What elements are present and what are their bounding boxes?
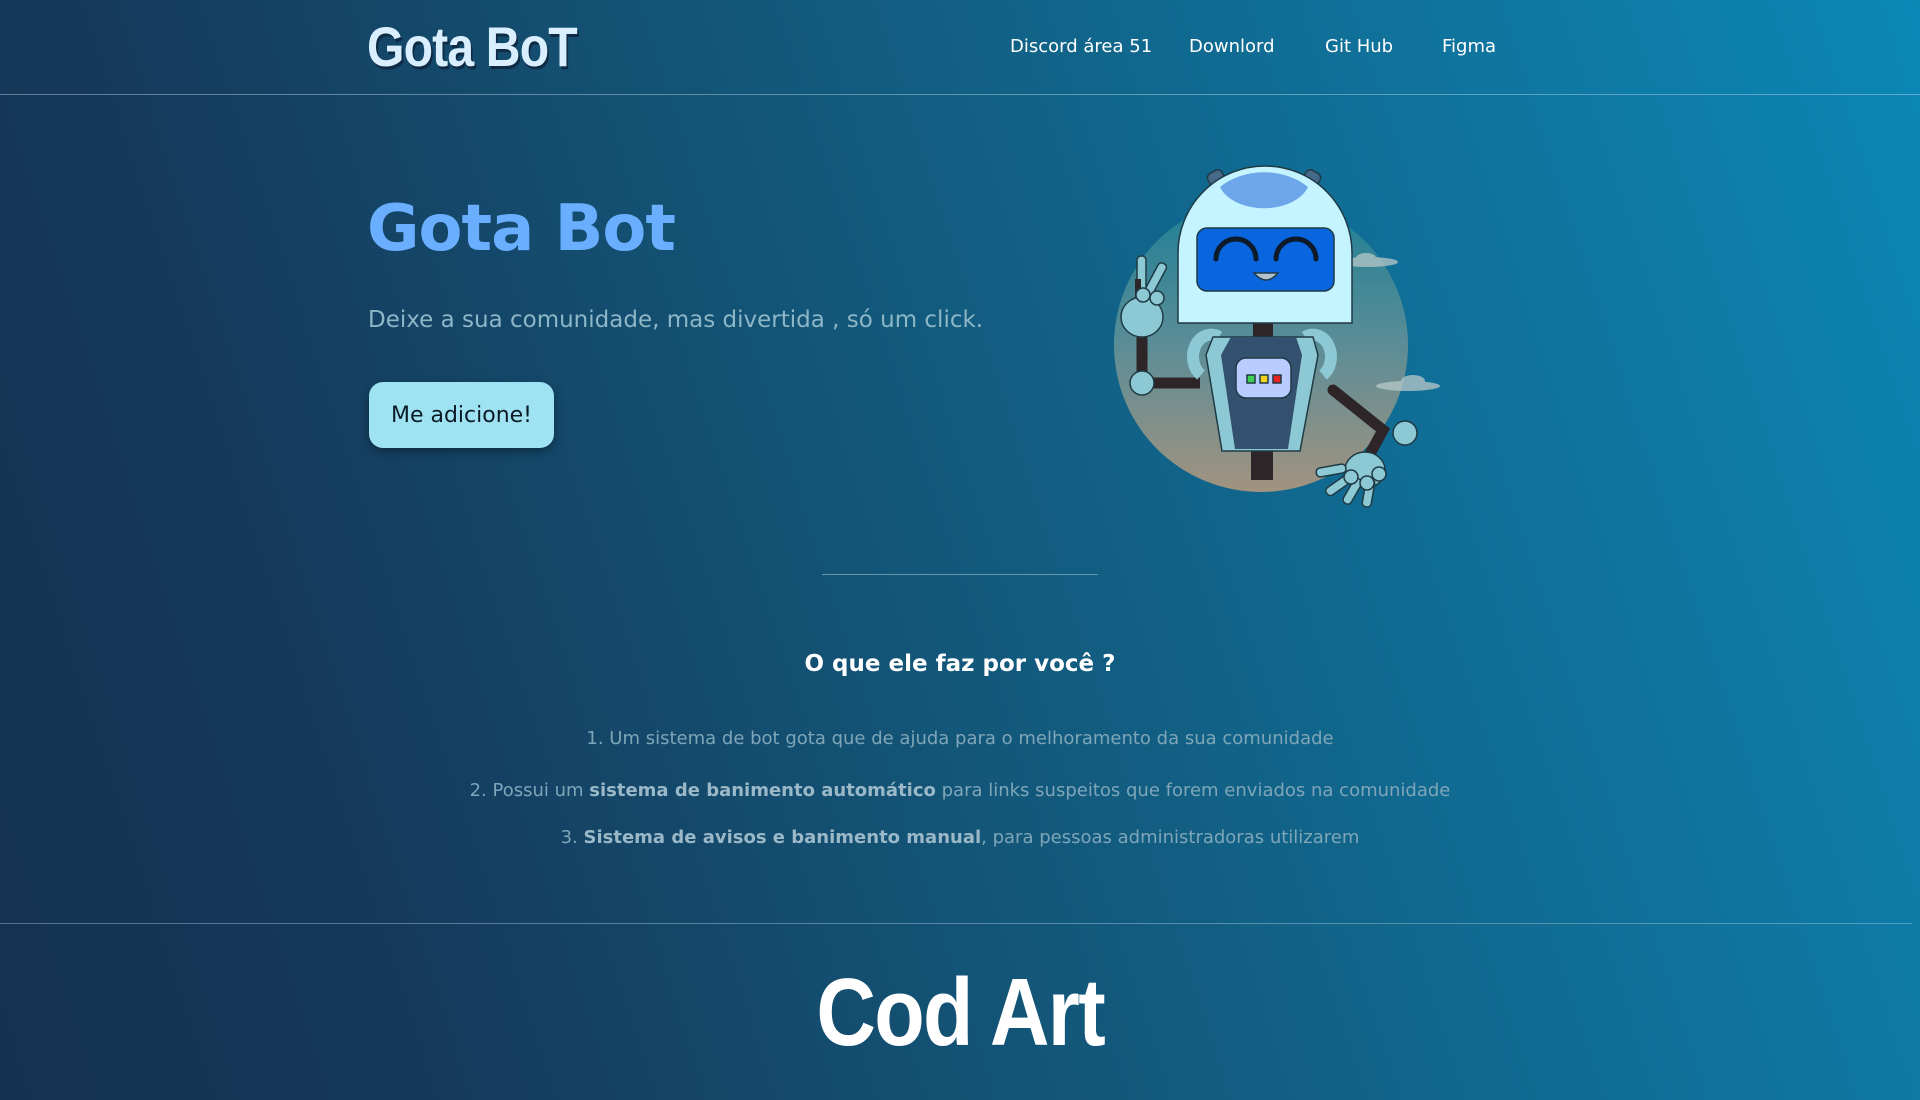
nav-link-github[interactable]: Git Hub xyxy=(1325,36,1393,57)
feature-item: 2. Possui um sistema de banimento automá… xyxy=(469,780,1451,801)
footer-brand: Cod Art xyxy=(816,959,1105,1066)
feature-item: 3. Sistema de avisos e banimento manual,… xyxy=(560,827,1360,848)
footer-divider xyxy=(0,923,1912,924)
feature-item: 1. Um sistema de bot gota que de ajuda p… xyxy=(586,728,1334,749)
site-header: Gota BoT Discord área 51 Downlord Git Hu… xyxy=(0,0,1920,95)
nav-link-discord[interactable]: Discord área 51 xyxy=(1010,36,1152,57)
nav-link-download[interactable]: Downlord xyxy=(1189,36,1275,57)
site-logo[interactable]: Gota BoT xyxy=(367,14,578,79)
section-divider xyxy=(822,574,1098,575)
robot-illustration xyxy=(1114,165,1440,508)
robot-head xyxy=(1177,165,1353,324)
features-title: O que ele faz por você ? xyxy=(804,651,1116,677)
hero-subtitle: Deixe a sua comunidade, mas divertida , … xyxy=(368,307,984,333)
add-bot-button[interactable]: Me adicione! xyxy=(369,382,554,448)
hero-title: Gota Bot xyxy=(367,192,676,266)
nav-link-figma[interactable]: Figma xyxy=(1442,36,1496,57)
